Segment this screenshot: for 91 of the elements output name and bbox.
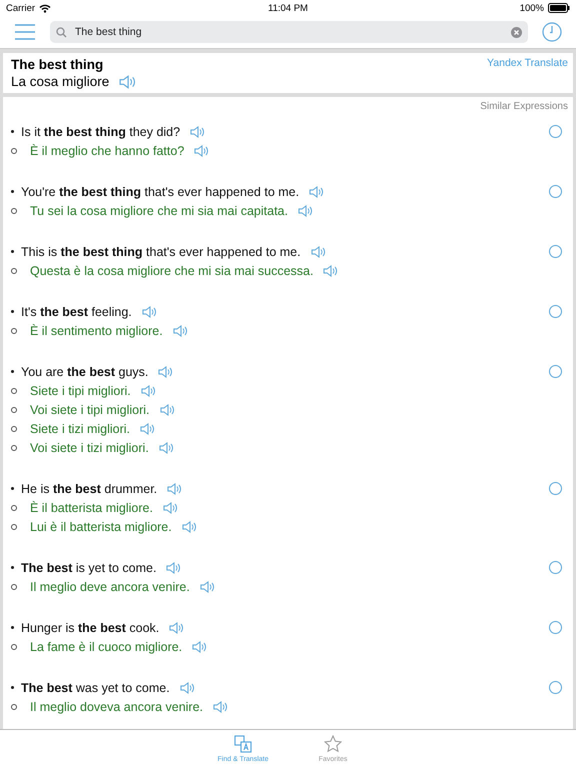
speaker-icon[interactable] (194, 144, 208, 156)
speaker-icon[interactable] (298, 204, 312, 216)
speaker-icon[interactable] (167, 482, 182, 494)
speaker-icon[interactable] (119, 74, 136, 88)
bullet-icon (11, 504, 17, 510)
bullet-icon (11, 524, 17, 530)
battery-icon (548, 3, 570, 13)
speaker-icon[interactable] (182, 520, 196, 532)
bullet-icon (11, 644, 17, 650)
carrier-label: Carrier (6, 2, 36, 14)
bullet-icon (11, 566, 14, 569)
bullet-icon (11, 370, 14, 373)
section-heading: Similar Expressions (479, 101, 568, 112)
bullet-icon (11, 250, 14, 253)
italian-translation: La fame è il cuoco migliore. (30, 640, 182, 654)
speaker-icon[interactable] (158, 442, 173, 454)
speaker-icon[interactable] (192, 640, 206, 652)
select-radio[interactable] (549, 305, 562, 318)
select-radio[interactable] (549, 365, 562, 378)
italian-translation: Lui è il batterista migliore. (30, 520, 172, 534)
bullet-icon (11, 268, 17, 274)
speaker-icon[interactable] (160, 404, 174, 416)
bullet-icon (11, 704, 17, 710)
speaker-icon[interactable] (309, 186, 324, 198)
italian-translation: Siete i tizi migliori. (30, 422, 130, 436)
battery-percent: 100% (520, 2, 544, 14)
bullet-icon (11, 388, 17, 394)
source-phrase: The best thing (11, 57, 104, 72)
bullet-icon (11, 208, 17, 214)
italian-translation: Voi siete i tizi migliori. (30, 440, 149, 454)
bullet-icon (11, 190, 14, 193)
bullet-icon (11, 584, 17, 590)
bullet-icon (11, 444, 17, 450)
english-phrase: He is the best drummer. (21, 482, 158, 496)
english-phrase: You're the best thing that's ever happened to me. (21, 184, 300, 198)
translated-phrase: La cosa migliore (11, 74, 110, 89)
clock-time: 11:04 PM (268, 2, 308, 14)
bullet-icon (11, 148, 17, 154)
italian-translation: È il meglio che hanno fatto? (30, 144, 184, 158)
select-radio[interactable] (549, 561, 562, 574)
search-field[interactable]: The best thing (50, 21, 528, 43)
speaker-icon[interactable] (158, 366, 172, 378)
speaker-icon[interactable] (180, 682, 194, 694)
english-phrase: Hunger is the best cook. (21, 620, 160, 634)
search-icon (56, 26, 67, 38)
speaker-icon[interactable] (140, 384, 155, 396)
bullet-icon (11, 487, 14, 490)
bullet-icon (11, 310, 14, 313)
italian-translation: Il meglio deve ancora venire. (30, 580, 190, 594)
italian-translation: Tu sei la cosa migliore che mi sia mai capitata. (30, 204, 288, 218)
english-phrase: You are the best guys. (21, 364, 148, 378)
italian-translation: È il batterista migliore. (30, 500, 153, 514)
menu-icon[interactable] (14, 24, 36, 40)
english-phrase: Is it the best thing they did? (21, 124, 180, 138)
speaker-icon[interactable] (140, 422, 154, 434)
bullet-icon (11, 686, 14, 689)
speaker-icon[interactable] (200, 580, 214, 592)
bullet-icon (11, 328, 17, 334)
bullet-icon (11, 406, 17, 412)
bullet-icon (11, 130, 14, 133)
italian-translation: Il meglio doveva ancora venire. (30, 700, 204, 714)
speaker-icon[interactable] (190, 126, 204, 138)
wifi-icon (39, 4, 52, 12)
provider-link[interactable]: Yandex Translate (487, 57, 568, 89)
speaker-icon[interactable] (169, 622, 184, 634)
select-radio[interactable] (549, 245, 562, 258)
italian-translation: È il sentimento migliore. (30, 324, 163, 338)
speaker-icon[interactable] (310, 246, 325, 258)
english-phrase: The best is yet to come. (21, 560, 156, 574)
italian-translation: Siete i tipi migliori. (30, 384, 131, 398)
english-phrase: It's the best feeling. (21, 304, 132, 318)
italian-translation: Questa è la cosa migliore che mi sia mai successa. (30, 264, 314, 278)
speaker-icon[interactable] (323, 264, 338, 276)
star-icon (324, 735, 342, 753)
english-phrase: This is the best thing that's ever happened to me. (21, 244, 301, 258)
speaker-icon[interactable] (213, 700, 228, 712)
english-phrase: The best was yet to come. (21, 680, 170, 694)
italian-translation: Voi siete i tipi migliori. (30, 402, 150, 416)
speaker-icon[interactable] (162, 502, 177, 514)
speaker-icon[interactable] (142, 306, 156, 318)
select-radio[interactable] (549, 125, 562, 138)
speaker-icon[interactable] (166, 562, 180, 574)
clear-icon[interactable] (511, 26, 522, 38)
select-radio[interactable] (549, 621, 562, 634)
bullet-icon (11, 626, 14, 629)
history-clock-icon[interactable] (542, 22, 562, 42)
bullet-icon (11, 426, 17, 432)
select-radio[interactable] (549, 681, 562, 694)
select-radio[interactable] (549, 185, 562, 198)
speaker-icon[interactable] (172, 324, 187, 336)
select-radio[interactable] (549, 482, 562, 495)
